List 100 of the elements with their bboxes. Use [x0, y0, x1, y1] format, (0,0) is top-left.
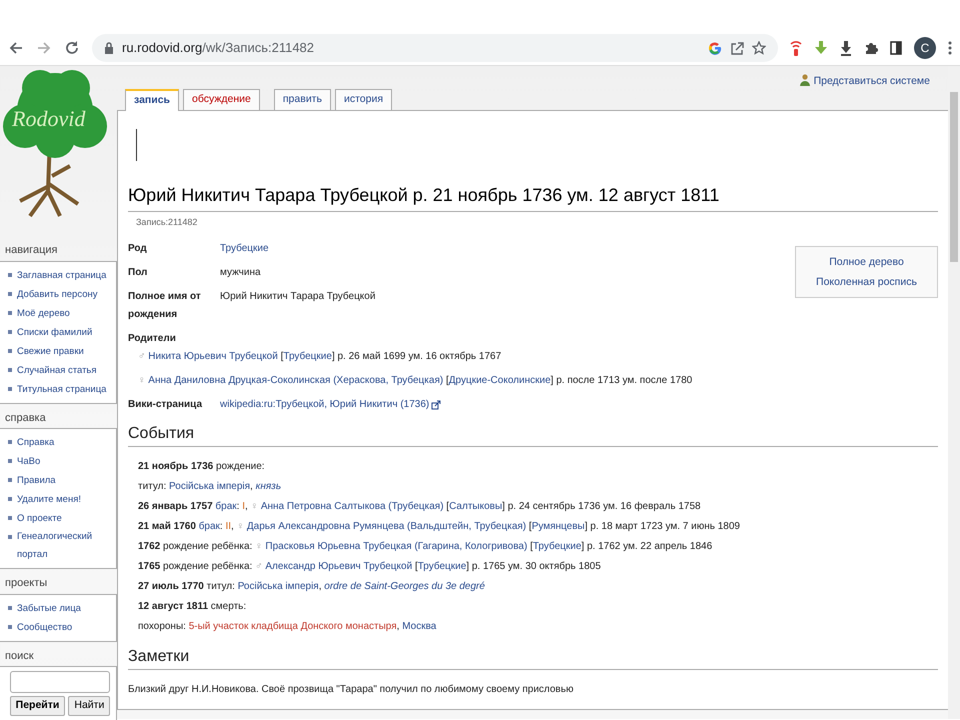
bullet-icon [8, 535, 12, 539]
search-button[interactable]: Перейти [10, 696, 66, 716]
sidebar-link[interactable]: Генеалогический портал [8, 528, 112, 564]
parent-line: ♂ Никита Юрьевич Трубецкой [Трубецкие] р. 26 май 1699 ум. 16 октябрь 1767 [137, 350, 502, 364]
back-icon[interactable] [8, 40, 24, 56]
event-line: 21 ноябрь 1736 рождение: [137, 460, 266, 474]
sidebar-link[interactable]: Списки фамилий [8, 322, 112, 342]
reload-icon[interactable] [64, 40, 80, 56]
sidebar-link[interactable]: Заглавная страница [8, 266, 112, 284]
tree-link[interactable]: Полное дерево [796, 252, 937, 272]
sidebar-link[interactable]: Удалите меня! [8, 490, 112, 509]
sidebar-link[interactable]: Свежие правки [8, 342, 112, 360]
link[interactable]: брак [215, 500, 237, 512]
event-line: похороны: 5-ый участок кладбища Донского монастыря, Москва [137, 620, 438, 634]
portlet-title: поиск [4, 648, 35, 664]
user-link[interactable]: Представиться системе [800, 66, 948, 94]
field-label: Полное имя от рождения [128, 290, 202, 322]
download-icon[interactable] [840, 40, 852, 56]
event-line: 27 июль 1770 титул: Російська імперія, ordre de Saint-Georges du 3e degré [137, 580, 486, 594]
field-label: Вики-страница [128, 398, 204, 412]
sidebar-link[interactable]: Моё дерево [8, 304, 112, 322]
portlet-title: навигация [4, 243, 58, 258]
address-bar[interactable]: ru.rodovid.org/wk/Запись:211482 [92, 34, 778, 62]
bullet-icon [8, 516, 12, 520]
link[interactable]: Александр Юрьевич Трубецкой [265, 560, 412, 572]
lock-icon[interactable] [104, 42, 114, 54]
page-tab[interactable]: история [334, 89, 392, 110]
url-text[interactable]: ru.rodovid.org/wk/Запись:211482 [122, 38, 314, 58]
search-button[interactable]: Найти [68, 696, 110, 716]
wireless-icon[interactable] [790, 38, 802, 56]
page-tab[interactable]: править [274, 89, 331, 110]
sidebar-link[interactable]: ЧаВо [8, 452, 112, 471]
link[interactable]: Никита Юрьевич Трубецкой [148, 350, 278, 362]
bullet-icon [8, 459, 12, 463]
link[interactable]: Друцкие-Соколинские [448, 374, 551, 386]
user-icon [800, 74, 810, 86]
external-link[interactable]: wikipedia:ru:Трубецкой, Юрий Никитич (1736) [220, 396, 442, 414]
link[interactable]: I [242, 500, 245, 512]
link[interactable]: II [225, 520, 232, 532]
link[interactable]: Трубецкие [283, 350, 332, 362]
link[interactable]: Москва [402, 620, 436, 632]
bullet-icon [8, 606, 12, 610]
search-field[interactable] [10, 671, 110, 693]
link[interactable]: Анна Петровна Салтыкова (Трубецкая) [260, 500, 444, 512]
link[interactable]: Анна Даниловна Друцкая-Соколинская (Хераскова, Трубецкая) [148, 374, 444, 386]
bullet-icon [8, 272, 12, 276]
event-line: 1762 рождение ребёнка: ♀ Прасковья Юрьевна Трубецкая (Гагарина, Кологривова) [Трубецкие] р. 1762 ум. 22 апрель 1846 [137, 540, 714, 554]
link[interactable]: Російська імперія [238, 580, 319, 592]
link[interactable]: 5-ый участок кладбища Донского монастыря [188, 620, 397, 632]
scroll-thumb[interactable] [950, 92, 958, 262]
bullet-icon [8, 478, 12, 482]
portlet-title: справка [4, 410, 47, 426]
page-tab[interactable]: запись [125, 89, 180, 111]
link[interactable]: Трубецкие [220, 242, 269, 254]
sidebar-link[interactable]: Правила [8, 471, 112, 490]
section-heading: Заметки [128, 646, 938, 670]
text-cursor [136, 129, 137, 161]
link[interactable]: Трубецкие [532, 540, 582, 552]
page-subtitle: Запись:211482 [136, 216, 198, 229]
puzzle-icon[interactable] [864, 40, 878, 54]
event-line: титул: Російська імперія, князь [137, 480, 282, 494]
bullet-icon [8, 348, 12, 352]
link[interactable]: Салтыковы [449, 500, 502, 512]
sidebar-link[interactable]: Сообщество [8, 618, 112, 636]
bullet-icon [8, 310, 12, 314]
sidebar-link[interactable]: Забытые лица [8, 598, 112, 618]
link[interactable]: Російська імперія [169, 480, 250, 492]
google-icon[interactable] [708, 40, 722, 54]
sidebar-link[interactable]: Титульная страница [8, 380, 112, 398]
bullet-icon [8, 330, 12, 334]
page-tab[interactable]: обсуждение [183, 89, 260, 110]
field-value: Юрий Никитич Тарара Трубецкой [220, 290, 376, 304]
profile-avatar[interactable]: C [914, 36, 936, 58]
sidebar-link[interactable]: О проекте [8, 509, 112, 528]
link[interactable]: Трубецкие [418, 560, 466, 572]
field-value: мужчина [220, 266, 262, 280]
event-line: 12 август 1811 смерть: [137, 600, 248, 614]
event-line: 1765 рождение ребёнка: ♂ Александр Юрьевич Трубецкой [Трубецкие] р. 1765 ум. 30 октябрь 1805 [137, 560, 602, 574]
sidebar-link[interactable]: Случайная статья [8, 360, 112, 380]
sidebar-link[interactable]: Добавить персону [8, 284, 112, 304]
link[interactable]: ordre de Saint-Georges du 3e degré [324, 580, 485, 592]
star-icon[interactable] [752, 40, 766, 54]
event-line: 21 май 1760 брак: II, ♀ Дарья Александровна Румянцева (Вальдштейн, Трубецкая) [Румянцевы] р. 18 март 1723 ум. 7 июнь 1809 [137, 520, 741, 534]
note-text: Близкий друг Н.И.Новикова. Своё прозвища "Тарара" получил по любимому своему присловью [128, 682, 574, 697]
bullet-icon [8, 497, 12, 501]
sidebar-icon[interactable] [890, 40, 902, 54]
menu-icon[interactable] [948, 40, 952, 54]
portlet-title: проекты [4, 576, 48, 591]
share-icon[interactable] [730, 40, 744, 54]
sidebar-link[interactable]: Справка [8, 433, 112, 452]
link[interactable]: Дарья Александровна Румянцева (Вальдштейн, Трубецкая) [246, 520, 526, 532]
link[interactable]: Прасковья Юрьевна Трубецкая (Гагарина, Кологривова) [265, 540, 528, 552]
field-label: Пол [128, 266, 148, 280]
tree-link[interactable]: Поколенная роспись [796, 272, 937, 292]
link[interactable]: брак [198, 520, 220, 532]
section-heading: События [128, 424, 938, 447]
bullet-icon [8, 624, 12, 628]
link[interactable]: Румянцевы [532, 520, 585, 532]
link[interactable]: князь [256, 480, 282, 492]
field-label: Род [128, 242, 148, 256]
